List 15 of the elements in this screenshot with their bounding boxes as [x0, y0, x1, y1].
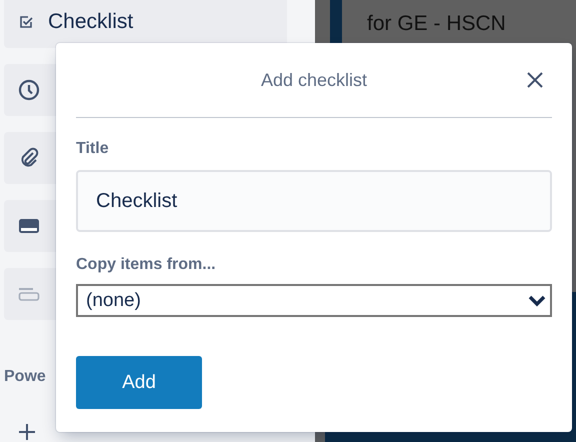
card-cover-icon — [18, 218, 40, 234]
clock-icon — [18, 79, 40, 101]
field-icon — [18, 287, 40, 301]
add-button[interactable]: Add — [76, 356, 202, 409]
title-input[interactable]: Checklist — [76, 170, 552, 232]
field-label: Title — [76, 140, 110, 158]
sidebar-button[interactable]: Checklist — [4, 0, 287, 48]
card-title: for GE - HSCN — [366, 11, 506, 37]
checkbox-icon — [18, 14, 34, 30]
field-label: Copy items from... — [76, 256, 217, 274]
chevron-icon — [528, 294, 546, 306]
section-heading: Powe — [4, 368, 46, 386]
copy-select[interactable]: (none) — [76, 284, 552, 317]
popover-title: Add checklist — [260, 70, 368, 90]
plus-icon — [18, 423, 36, 441]
